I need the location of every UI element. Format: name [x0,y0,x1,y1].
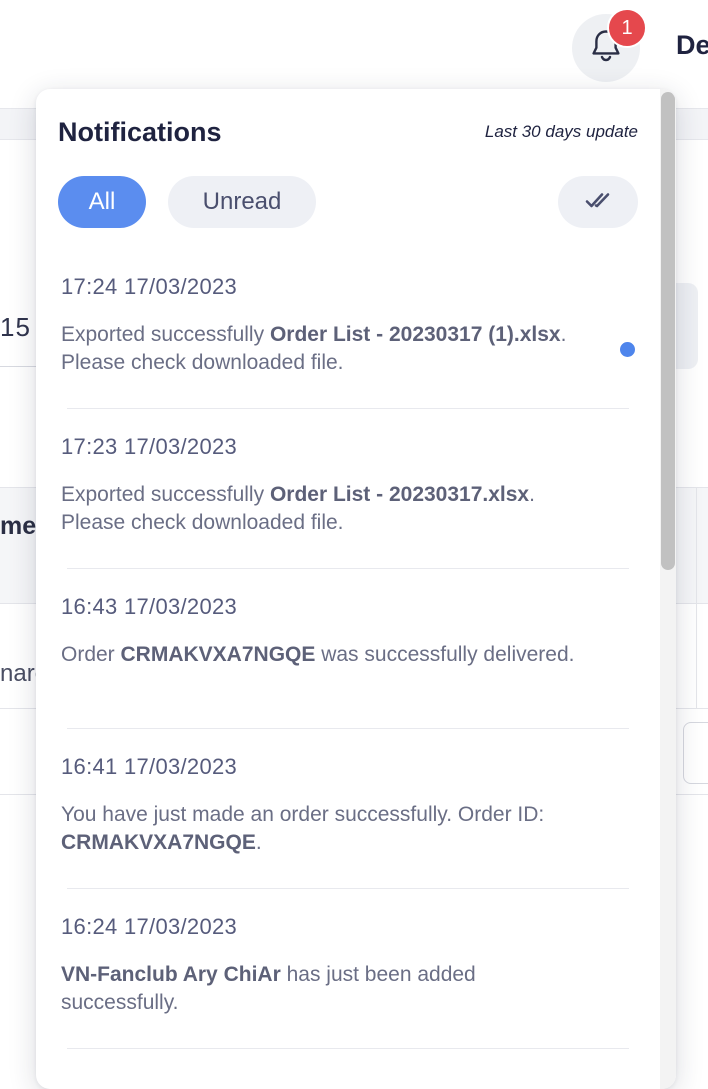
background-pagination-button[interactable] [683,722,708,784]
tab-all[interactable]: All [58,176,146,228]
notification-highlight: VN-Fanclub Ary ChiAr [61,963,281,986]
notification-time: 16:43 17/03/2023 [61,594,238,619]
notification-count-badge: 1 [607,8,647,48]
scrollbar-thumb[interactable] [661,92,675,570]
notification-time: 17:24 17/03/2023 [61,274,238,299]
notification-message: Exported successfully Order List - 20230… [61,321,581,377]
notification-item[interactable]: 16:24 17/03/2023 VN-Fanclub Ary ChiAr has… [36,889,660,1049]
notification-time: 16:24 17/03/2023 [61,914,238,939]
notification-message: Exported successfully Order List - 20230… [61,481,581,537]
unread-indicator-dot [620,342,635,357]
mark-all-read-button[interactable] [558,176,638,228]
notification-item[interactable]: 16:41 17/03/2023 You have just made an or… [36,729,660,889]
user-name-label[interactable]: De [676,30,708,61]
panel-title: Notifications [58,117,222,147]
double-check-icon [585,189,611,216]
notification-text: . [255,831,262,854]
notification-text: Exported successfully [61,483,270,506]
panel-subtitle: Last 30 days update [484,122,638,141]
notification-text: Order [61,643,121,666]
notification-highlight: CRMAKVXA7NGQE [120,643,316,666]
notification-highlight: Order List - 20230317 (1).xlsx [269,323,561,346]
notification-time: 17:23 17/03/2023 [61,434,238,459]
notification-text: was successfully delivered. [315,643,575,666]
notifications-panel: Notifications Last 30 days update All Un… [36,89,676,1089]
notification-text: Exported successfully [61,323,270,346]
notification-text: You have just made an order successfully… [61,803,545,826]
notification-list: 17:24 17/03/2023 Exported successfully Or… [36,249,660,1049]
background-date-input-value: 15 [0,312,31,342]
notification-item[interactable]: 16:43 17/03/2023 Order CRMAKVXA7NGQE was … [36,569,660,729]
notification-message: VN-Fanclub Ary ChiAr has just been added… [61,961,581,1017]
notification-message: You have just made an order successfully… [61,801,581,857]
background-column-divider [696,487,697,708]
tab-unread[interactable]: Unread [168,176,316,228]
notification-item[interactable]: 17:23 17/03/2023 Exported successfully Or… [36,409,660,569]
notification-highlight: Order List - 20230317.xlsx [269,483,530,506]
notification-time: 16:41 17/03/2023 [61,754,238,779]
notification-message: Order CRMAKVXA7NGQE was successfully del… [61,641,581,669]
notification-highlight: CRMAKVXA7NGQE [61,831,256,854]
notification-item[interactable]: 17:24 17/03/2023 Exported successfully Or… [36,249,660,409]
notification-divider [67,1048,629,1049]
